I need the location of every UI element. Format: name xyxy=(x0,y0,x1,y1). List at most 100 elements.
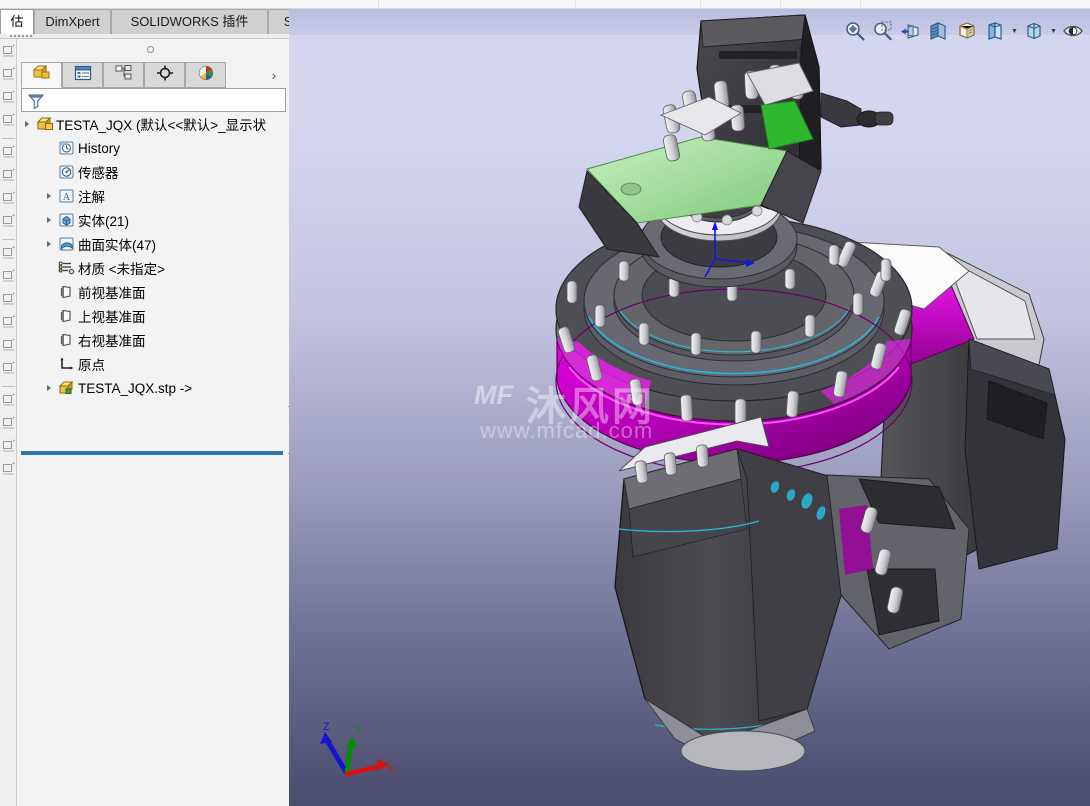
toolbar-separator xyxy=(2,138,15,139)
drag-dot xyxy=(10,35,12,37)
tree-item-material[interactable]: 材质 <未指定> xyxy=(21,256,286,280)
horizontal-dim-icon[interactable] xyxy=(1,89,16,111)
history-icon xyxy=(56,136,78,160)
svg-text:X: X xyxy=(387,763,395,775)
tree-expander-5[interactable] xyxy=(43,232,56,256)
ribbon-separator xyxy=(860,0,861,9)
ribbon-separator xyxy=(575,0,576,9)
note-icon[interactable] xyxy=(1,245,16,267)
tree-expander-4[interactable] xyxy=(43,208,56,232)
tree-expander-9 xyxy=(43,328,56,352)
tree-expander-10 xyxy=(43,352,56,376)
configuration-icon xyxy=(114,64,134,87)
display-style-button[interactable] xyxy=(982,18,1008,44)
zoom-to-fit-button[interactable] xyxy=(842,18,868,44)
svg-text:Z: Z xyxy=(323,721,330,733)
tree-item-annotations[interactable]: A 注解 xyxy=(21,184,286,208)
zoom-to-area-button[interactable] xyxy=(870,18,896,44)
tree-item-top-plane[interactable]: 上视基准面 xyxy=(21,304,286,328)
displaymanager-tab[interactable] xyxy=(185,62,226,88)
weld-symbol-icon[interactable] xyxy=(1,314,16,336)
coordinate-triad: Z Y X xyxy=(320,721,395,777)
area-hatch-icon[interactable] xyxy=(1,415,16,437)
tab-evaluate[interactable]: 估 xyxy=(0,9,34,34)
tab-solidworks-addins[interactable]: SOLIDWORKS 插件 xyxy=(111,9,268,34)
sensor-icon xyxy=(56,160,78,184)
section-view-button[interactable] xyxy=(926,18,952,44)
tree-expander-8 xyxy=(43,304,56,328)
tree-item-right-plane[interactable]: 右视基准面 xyxy=(21,328,286,352)
drag-dot xyxy=(30,35,32,37)
featuremanager-design-tree-tab[interactable] xyxy=(21,62,62,88)
chevron-down-icon[interactable]: ▼ xyxy=(1049,18,1058,44)
tree-expander-3[interactable] xyxy=(43,184,56,208)
ribbon-strip xyxy=(0,0,1090,9)
chevron-down-icon[interactable]: ▼ xyxy=(1010,18,1019,44)
tree-item-label: 曲面实体(47) xyxy=(78,238,157,253)
tree-item-origin[interactable]: 原点 xyxy=(21,352,286,376)
tree-item-solid-bodies[interactable]: 实体(21) xyxy=(21,208,286,232)
cad-model-rotary-table xyxy=(555,14,1066,772)
color-wheel-icon xyxy=(196,64,216,87)
drag-dot xyxy=(14,35,16,37)
plane-icon xyxy=(56,304,78,328)
previous-view-button[interactable] xyxy=(898,18,924,44)
baseline-dim-icon[interactable] xyxy=(1,144,16,166)
path-length-dim-icon[interactable] xyxy=(1,213,16,235)
center-mark-icon[interactable] xyxy=(1,461,16,483)
surface-bodies-icon xyxy=(56,232,78,256)
ribbon-separator xyxy=(700,0,701,9)
solid-bodies-icon xyxy=(56,208,78,232)
datum-feature-icon[interactable] xyxy=(1,337,16,359)
tree-item-label: History xyxy=(78,140,121,156)
dimxpertmanager-tab[interactable] xyxy=(144,62,185,88)
smart-dimension-icon[interactable] xyxy=(1,43,16,65)
tree-expander-6 xyxy=(43,256,56,280)
tree-item-label: 注解 xyxy=(78,190,105,205)
material-icon xyxy=(56,256,78,280)
tree-item-root[interactable]: TESTA_JQX (默认<<默认>_显示状 xyxy=(21,112,286,136)
linear-pattern-dim-icon[interactable] xyxy=(1,66,16,88)
ribbon-separator xyxy=(780,0,781,9)
feature-tree-icon xyxy=(31,64,53,87)
ordinate-dim-icon[interactable] xyxy=(1,167,16,189)
balloon-icon[interactable] xyxy=(1,268,16,290)
assembly-part-icon xyxy=(34,112,56,136)
propertymanager-tab[interactable] xyxy=(62,62,103,88)
block-icon[interactable] xyxy=(1,392,16,414)
tree-item-label: 传感器 xyxy=(78,166,119,181)
tree-item-label: TESTA_JQX (默认<<默认>_显示状 xyxy=(56,118,267,133)
origin-icon xyxy=(56,352,78,376)
manager-tab-strip: › xyxy=(21,61,289,89)
left-annotation-toolbar[interactable] xyxy=(0,39,17,806)
hide-show-items-button[interactable] xyxy=(1021,18,1047,44)
tree-expander-1 xyxy=(43,136,56,160)
tab-dimxpert[interactable]: DimXpert xyxy=(34,9,111,34)
apply-scene-button[interactable] xyxy=(1060,18,1086,44)
vertical-dim-icon[interactable] xyxy=(1,112,16,134)
chamfer-dim-icon[interactable] xyxy=(1,190,16,212)
tree-item-imported-stp[interactable]: TESTA_JQX.stp -> xyxy=(21,376,286,400)
tree-item-label: 实体(21) xyxy=(78,214,130,229)
view-orientation-button[interactable] xyxy=(954,18,980,44)
surface-finish-icon[interactable] xyxy=(1,291,16,313)
hole-callout-icon[interactable] xyxy=(1,360,16,382)
tree-item-label: 右视基准面 xyxy=(78,334,146,349)
chevron-right-icon[interactable]: › xyxy=(267,67,281,83)
tree-expander-0[interactable] xyxy=(21,112,34,136)
tree-filter-box[interactable] xyxy=(21,88,286,112)
tree-item-front-plane[interactable]: 前视基准面 xyxy=(21,280,286,304)
feature-tree: TESTA_JQX (默认<<默认>_显示状 History 传感器 A 注解 … xyxy=(21,112,286,452)
property-list-icon xyxy=(73,64,93,87)
auto-hide-pin-icon[interactable] xyxy=(147,46,154,53)
drag-dot xyxy=(26,35,28,37)
revision-cloud-icon[interactable] xyxy=(1,438,16,460)
tree-item-label: 上视基准面 xyxy=(78,310,146,325)
tree-item-history[interactable]: History xyxy=(21,136,286,160)
configurationmanager-tab[interactable] xyxy=(103,62,144,88)
tree-item-surface-bodies[interactable]: 曲面实体(47) xyxy=(21,232,286,256)
svg-text:A: A xyxy=(63,192,71,203)
graphics-viewport[interactable]: MF 沐风网 www.mfcad.com ▼ ▼ Z Y X xyxy=(289,9,1090,806)
tree-item-sensors[interactable]: 传感器 xyxy=(21,160,286,184)
tree-expander-11[interactable] xyxy=(43,376,56,400)
